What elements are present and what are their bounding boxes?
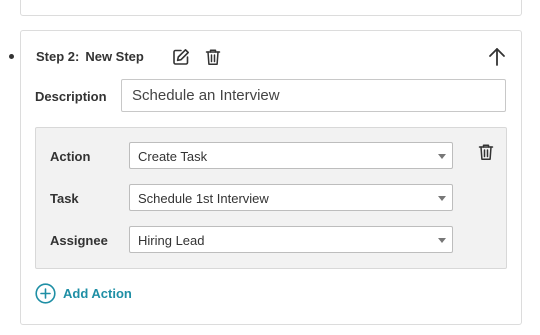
action-label: Action [50,149,91,164]
arrow-up-icon[interactable] [487,47,507,67]
caret-down-icon [438,196,446,201]
assignee-select-value: Hiring Lead [138,233,205,248]
step-title: Step 2: New Step [36,49,144,64]
list-bullet [9,54,14,59]
trash-icon[interactable] [205,48,221,66]
step-card: Step 2: New Step Description Action Creat… [20,30,522,325]
action-select[interactable]: Create Task [129,142,453,169]
assignee-select[interactable]: Hiring Lead [129,226,453,253]
step-number-label: Step 2: [36,49,80,64]
add-action-label: Add Action [63,286,132,301]
action-block: Action Create Task Task Schedule 1st Int… [35,127,507,269]
previous-step-card [20,0,522,16]
assignee-label: Assignee [50,233,108,248]
caret-down-icon [438,154,446,159]
plus-circle-icon [35,283,56,304]
edit-icon[interactable] [172,48,190,66]
description-label: Description [35,89,107,104]
trash-icon[interactable] [478,143,494,161]
task-select[interactable]: Schedule 1st Interview [129,184,453,211]
task-label: Task [50,191,79,206]
description-input[interactable] [121,79,506,112]
step-name: New Step [85,49,144,64]
caret-down-icon [438,238,446,243]
task-select-value: Schedule 1st Interview [138,191,269,206]
action-select-value: Create Task [138,149,208,164]
